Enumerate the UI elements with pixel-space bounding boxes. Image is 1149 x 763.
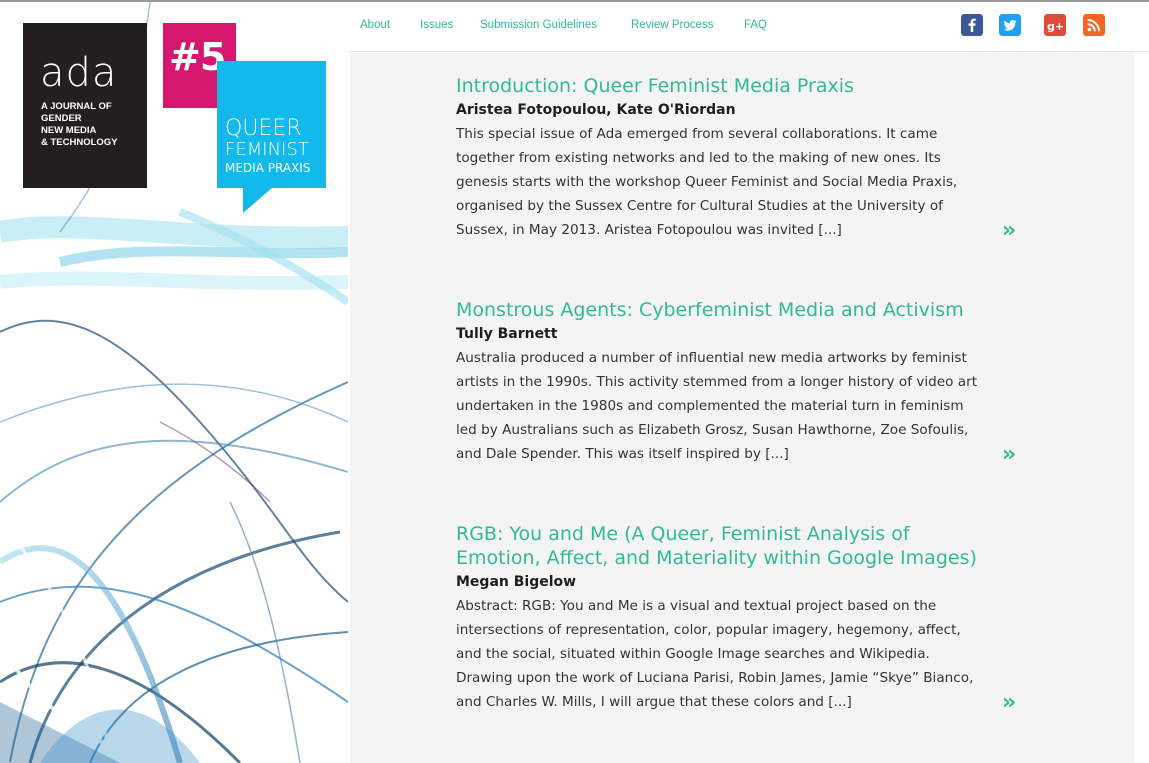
issue-topic-line-1: QUEER	[225, 116, 302, 141]
ada-journal-logo[interactable]: ada A JOURNAL OF GENDER NEW MEDIA & TECH…	[23, 23, 147, 188]
read-more-chevron-icon[interactable]: »	[1002, 220, 1016, 242]
excerpt-line: Australia produced a number of influenti…	[456, 350, 967, 366]
excerpt-line: organised by the Sussex Centre for Cultu…	[456, 198, 943, 214]
facebook-icon[interactable]	[961, 14, 983, 36]
article-excerpt: This special issue of Ada emerged from s…	[456, 122, 1036, 242]
excerpt-line: artists in the 1990s. This activity stem…	[456, 374, 978, 390]
article-list: Introduction: Queer Feminist Media Praxi…	[350, 52, 1134, 763]
article-excerpt: Australia produced a number of influenti…	[456, 346, 1036, 466]
read-more-chevron-icon[interactable]: »	[1002, 444, 1016, 466]
article-authors: Tully Barnett	[456, 326, 558, 342]
issue-topic-line-3: MEDIA PRAXIS	[225, 161, 311, 175]
top-navigation: About Issues Submission Guidelines Revie…	[348, 2, 1149, 52]
excerpt-line: and Dale Spender. This was itself inspir…	[456, 446, 789, 462]
cover-artwork-panel: ada A JOURNAL OF GENDER NEW MEDIA & TECH…	[0, 2, 348, 763]
ada-logo-tagline: A JOURNAL OF GENDER NEW MEDIA & TECHNOLO…	[41, 101, 118, 148]
article-excerpt: Abstract: RGB: You and Me is a visual an…	[456, 594, 1036, 714]
excerpt-line: led by Australians such as Elizabeth Gro…	[456, 422, 969, 438]
nav-submission-guidelines-link[interactable]: Submission Guidelines	[480, 19, 597, 31]
issue-topic-badge-tail	[243, 187, 273, 213]
article-item: Introduction: Queer Feminist Media Praxi…	[456, 74, 1036, 242]
nav-faq-link[interactable]: FAQ	[744, 19, 767, 31]
excerpt-line: This special issue of Ada emerged from s…	[456, 126, 938, 142]
article-title-line: RGB: You and Me (A Queer, Feminist Analy…	[456, 523, 910, 545]
excerpt-line: and the social, situated within Google I…	[456, 646, 930, 662]
article-title-line: Emotion, Affect, and Materiality within …	[456, 547, 977, 569]
nav-review-process-link[interactable]: Review Process	[631, 19, 713, 31]
article-title[interactable]: Monstrous Agents: Cyberfeminist Media an…	[456, 298, 1036, 322]
excerpt-line: Drawing upon the work of Luciana Parisi,…	[456, 670, 974, 686]
excerpt-line: and Charles W. Mills, I will argue that …	[456, 694, 852, 710]
twitter-icon[interactable]	[999, 14, 1021, 36]
excerpt-line: genesis starts with the workshop Queer F…	[456, 174, 958, 190]
excerpt-line: Abstract: RGB: You and Me is a visual an…	[456, 598, 937, 614]
page-right-margin	[1134, 52, 1149, 763]
read-more-chevron-icon[interactable]: »	[1002, 692, 1016, 714]
excerpt-line: undertaken in the 1980s and complemented…	[456, 398, 964, 414]
article-authors: Megan Bigelow	[456, 574, 577, 590]
issue-topic-badge: QUEER FEMINIST MEDIA PRAXIS	[217, 61, 326, 188]
excerpt-line: Sussex, in May 2013. Aristea Fotopoulou …	[456, 222, 842, 238]
excerpt-line: intersections of representation, color, …	[456, 622, 961, 638]
article-title[interactable]: RGB: You and Me (A Queer, Feminist Analy…	[456, 522, 1036, 570]
nav-about-link[interactable]: About	[360, 19, 390, 31]
article-item: Monstrous Agents: Cyberfeminist Media an…	[456, 298, 1036, 466]
google-plus-icon[interactable]: g+	[1044, 14, 1066, 36]
issue-topic-line-2: FEMINIST	[225, 139, 309, 160]
article-item: RGB: You and Me (A Queer, Feminist Analy…	[456, 522, 1036, 714]
ada-logo-wordmark: ada	[40, 50, 118, 96]
svg-text:g+: g+	[1047, 20, 1064, 33]
excerpt-line: together from existing networks and led …	[456, 150, 941, 166]
article-title[interactable]: Introduction: Queer Feminist Media Praxi…	[456, 74, 1036, 98]
nav-issues-link[interactable]: Issues	[420, 19, 453, 31]
article-authors: Aristea Fotopoulou, Kate O'Riordan	[456, 102, 736, 118]
rss-icon[interactable]	[1083, 14, 1105, 36]
